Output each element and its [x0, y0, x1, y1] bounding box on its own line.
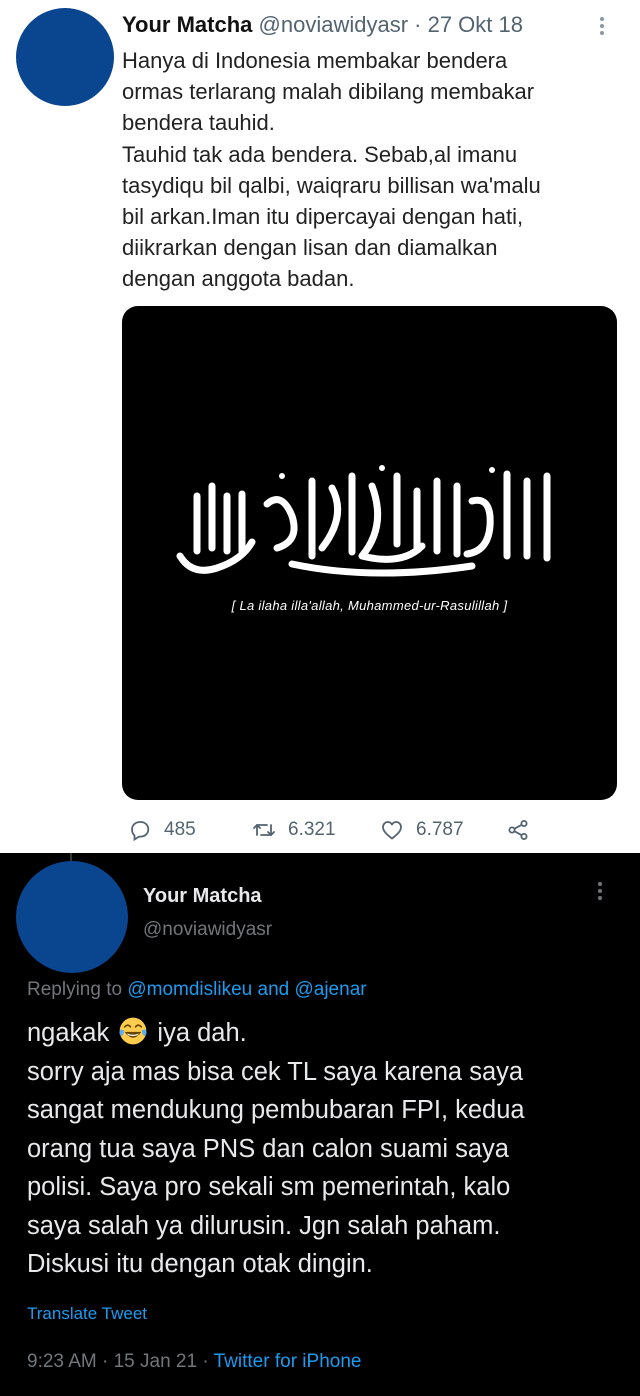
- separator: ·: [102, 1351, 109, 1372]
- tweet-image[interactable]: [ La ilaha illa'allah, Muhammed-ur-Rasul…: [122, 306, 617, 800]
- tweet-text: ngakak iya dah. sorry aja mas bisa cek T…: [27, 1014, 627, 1284]
- retweet-icon: [253, 824, 275, 836]
- text-segment: ngakak: [27, 1019, 110, 1047]
- tweet-source-link[interactable]: Twitter for iPhone: [214, 1351, 362, 1372]
- replying-prefix: Replying to: [27, 979, 128, 1000]
- avatar[interactable]: [16, 861, 128, 973]
- more-options-icon[interactable]: [590, 14, 614, 38]
- thread-connector: [70, 853, 72, 861]
- handle[interactable]: @noviawidyasr: [259, 12, 409, 37]
- tweet-text-line: ormas terlarang malah dibilang membakar: [122, 79, 535, 105]
- tweet-text-line: saya salah ya dilurusin. Jgn salah paham…: [27, 1211, 501, 1240]
- translate-tweet-link[interactable]: Translate Tweet: [27, 1304, 147, 1324]
- tweet-text: Hanya di Indonesia membakar bendera orma…: [122, 45, 622, 295]
- tweet-header: Your Matcha @noviawidyasr · 27 Okt 18: [122, 10, 582, 42]
- tweet-text-line: sorry aja mas bisa cek TL saya karena sa…: [27, 1057, 524, 1086]
- more-options-icon[interactable]: [588, 879, 612, 903]
- reply-tweet: Your Matcha @noviawidyasr Replying to @m…: [0, 853, 640, 1396]
- image-caption: [ La ilaha illa'allah, Muhammed-ur-Rasul…: [231, 598, 508, 613]
- avatar[interactable]: [16, 8, 114, 106]
- text-segment: iya dah.: [157, 1019, 247, 1047]
- mention-link[interactable]: @ajenar: [294, 979, 366, 1000]
- tweet-time[interactable]: 9:23 AM: [27, 1351, 97, 1372]
- tweet-text-line: bendera tauhid.: [122, 110, 275, 136]
- reply-count: 485: [164, 819, 196, 840]
- separator: ·: [414, 12, 422, 37]
- heart-icon: [382, 821, 402, 840]
- replying-to: Replying to @momdislikeu and @ajenar: [27, 979, 367, 1001]
- quoted-tweet: Your Matcha @noviawidyasr · 27 Okt 18 Ha…: [0, 0, 640, 853]
- tweet-text-line: Diskusi itu dengan otak dingin.: [27, 1250, 373, 1278]
- reply-icon: [131, 821, 150, 842]
- face-with-tears-of-joy-icon: [119, 1017, 147, 1045]
- tweet-text-line: ngakak iya dah.: [27, 1014, 627, 1053]
- tweet-text-line: tasydiqu bil qalbi, waiqraru billisan wa…: [122, 172, 541, 198]
- tweet-actions: 485 6.321 6.787: [122, 815, 622, 845]
- calligraphy-graphic: [176, 465, 551, 577]
- display-name[interactable]: Your Matcha: [143, 885, 262, 908]
- tweet-text-line: polisi. Saya pro sekali sm pemerintah, k…: [27, 1173, 511, 1201]
- retweet-count: 6.321: [288, 819, 336, 840]
- display-name[interactable]: Your Matcha: [122, 12, 252, 37]
- tweet-text-line: diikrarkan dengan lisan dan diamalkan: [122, 235, 498, 261]
- tweet-date[interactable]: 15 Jan 21: [114, 1351, 197, 1372]
- tweet-date[interactable]: 27 Okt 18: [428, 12, 523, 37]
- tweet-text-line: Tauhid tak ada bendera. Sebab,al imanu: [122, 141, 518, 167]
- like-button[interactable]: 6.787: [380, 815, 464, 845]
- tweet-metadata: 9:23 AM · 15 Jan 21 · Twitter for iPhone: [27, 1351, 361, 1373]
- tweet-text-line: bil arkan.Iman itu dipercayai dengan hat…: [122, 204, 524, 230]
- tweet-text-line: dengan anggota badan.: [122, 266, 355, 292]
- tweet-text-line: sangat mendukung pembubaran FPI, kedua: [27, 1096, 525, 1124]
- share-button[interactable]: [506, 815, 530, 845]
- reply-button[interactable]: 485: [128, 815, 196, 845]
- mention-link[interactable]: @momdislikeu: [127, 979, 252, 1000]
- like-count: 6.787: [416, 819, 464, 840]
- tweet-text-line: orang tua saya PNS dan calon suami saya: [27, 1134, 509, 1163]
- handle[interactable]: @noviawidyasr: [143, 919, 272, 941]
- retweet-button[interactable]: 6.321: [252, 815, 336, 845]
- and-connector: and: [252, 979, 295, 1000]
- separator: ·: [202, 1351, 209, 1372]
- tweet-text-line: Hanya di Indonesia membakar bendera: [122, 48, 508, 73]
- share-icon: [508, 820, 528, 840]
